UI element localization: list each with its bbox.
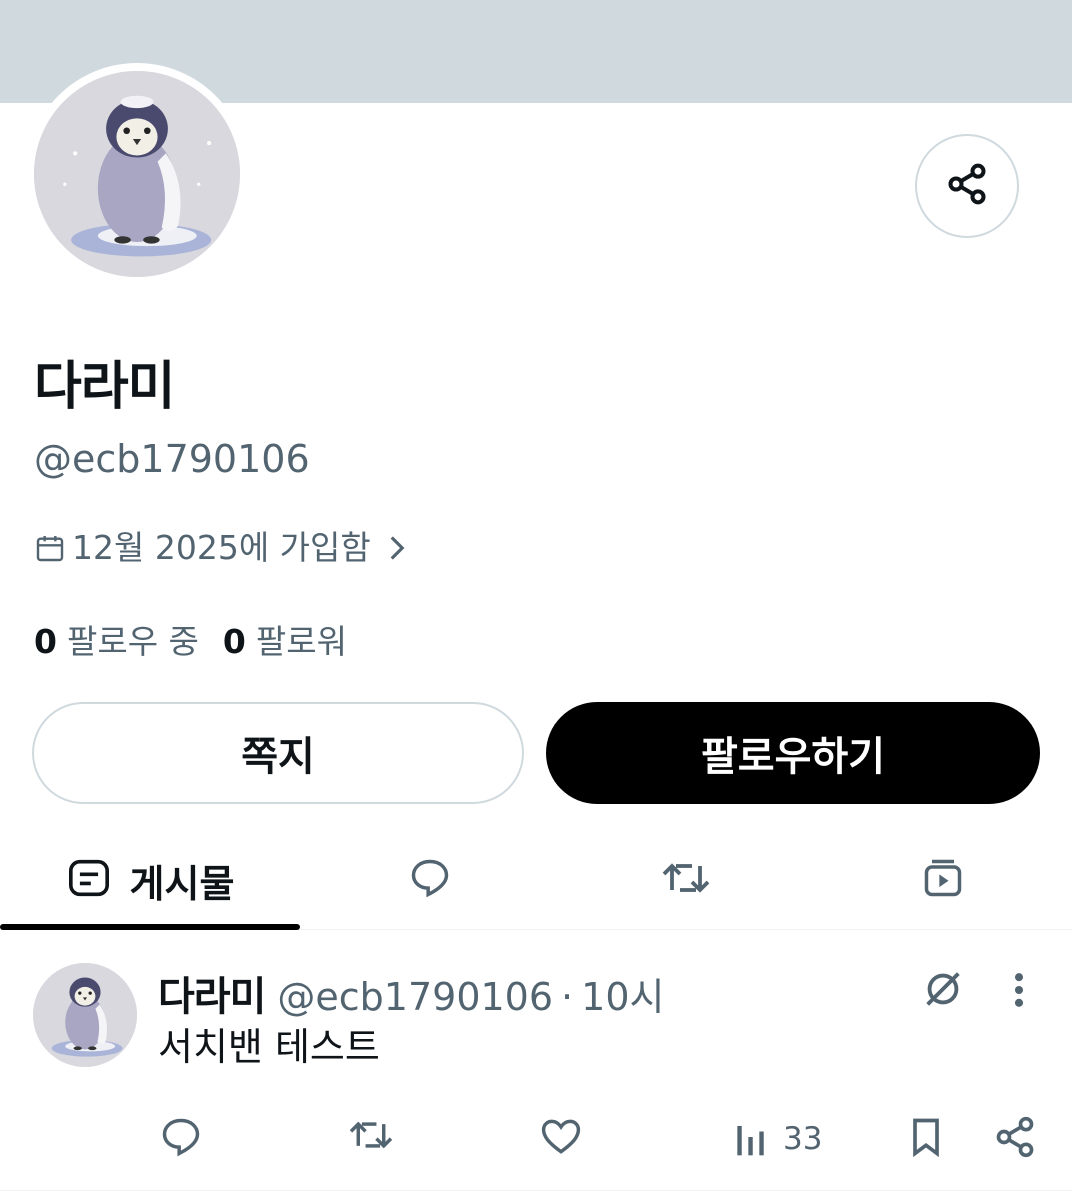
reply-icon [159, 1115, 203, 1163]
posts-icon [66, 858, 112, 902]
like-button[interactable] [539, 1115, 583, 1163]
bookmark-button[interactable] [905, 1115, 947, 1163]
share-post-button[interactable] [993, 1115, 1037, 1163]
follow-button[interactable]: 팔로우하기 [546, 702, 1040, 804]
heart-icon [539, 1115, 583, 1163]
tab-posts[interactable]: 게시물 [0, 830, 300, 930]
post-author-name[interactable]: 다라미 [158, 964, 266, 1022]
more-options-icon[interactable] [1004, 968, 1034, 1012]
joined-date-row[interactable]: 12월 2025에 가입함 [34, 526, 409, 570]
repost-button[interactable] [347, 1115, 395, 1159]
analytics-icon [733, 1115, 771, 1163]
reposts-icon [660, 856, 712, 904]
post-text: 서치밴 테스트 [158, 1025, 380, 1069]
post-header: 다라미 @ecb1790106 · 10시 [158, 964, 664, 1022]
tab-posts-label: 게시물 [129, 861, 235, 906]
grok-icon[interactable] [920, 966, 966, 1012]
share-icon [993, 1115, 1037, 1163]
tab-media[interactable] [893, 830, 993, 930]
replies-icon [407, 856, 453, 904]
post-divider [0, 1190, 1072, 1191]
repost-icon [347, 1115, 395, 1159]
tab-reposts[interactable] [636, 830, 736, 930]
chevron-right-icon [385, 534, 409, 562]
share-icon [945, 162, 989, 210]
profile-handle: @ecb1790106 [34, 437, 310, 481]
reply-button[interactable] [159, 1115, 203, 1163]
share-profile-button[interactable] [915, 134, 1019, 238]
post-separator: · [561, 975, 574, 1019]
followers-count[interactable]: 0 [223, 620, 246, 664]
views-count: 33 [783, 1121, 823, 1157]
following-label[interactable]: 팔로우 중 [67, 620, 199, 664]
penguin-avatar-image [34, 71, 240, 277]
message-button[interactable]: 쪽지 [32, 702, 524, 804]
tab-replies[interactable] [380, 830, 480, 930]
followers-label[interactable]: 팔로워 [256, 620, 347, 664]
profile-avatar[interactable] [34, 71, 240, 277]
following-count[interactable]: 0 [34, 620, 57, 664]
active-tab-indicator [0, 924, 300, 930]
profile-tabs: 게시물 [0, 830, 1072, 930]
post-author-handle[interactable]: @ecb1790106 [277, 975, 553, 1019]
joined-date-text: 12월 2025에 가입함 [72, 528, 371, 567]
media-icon [920, 856, 966, 904]
post-timestamp[interactable]: 10시 [581, 966, 664, 1021]
calendar-icon [34, 532, 66, 564]
views-button[interactable]: 33 [733, 1115, 822, 1163]
bookmark-icon [905, 1115, 947, 1163]
profile-display-name: 다라미 [34, 357, 176, 417]
post-author-avatar[interactable] [33, 963, 137, 1067]
follow-stats: 0 팔로우 중 0 팔로워 [34, 620, 347, 664]
penguin-avatar-image [33, 963, 137, 1067]
